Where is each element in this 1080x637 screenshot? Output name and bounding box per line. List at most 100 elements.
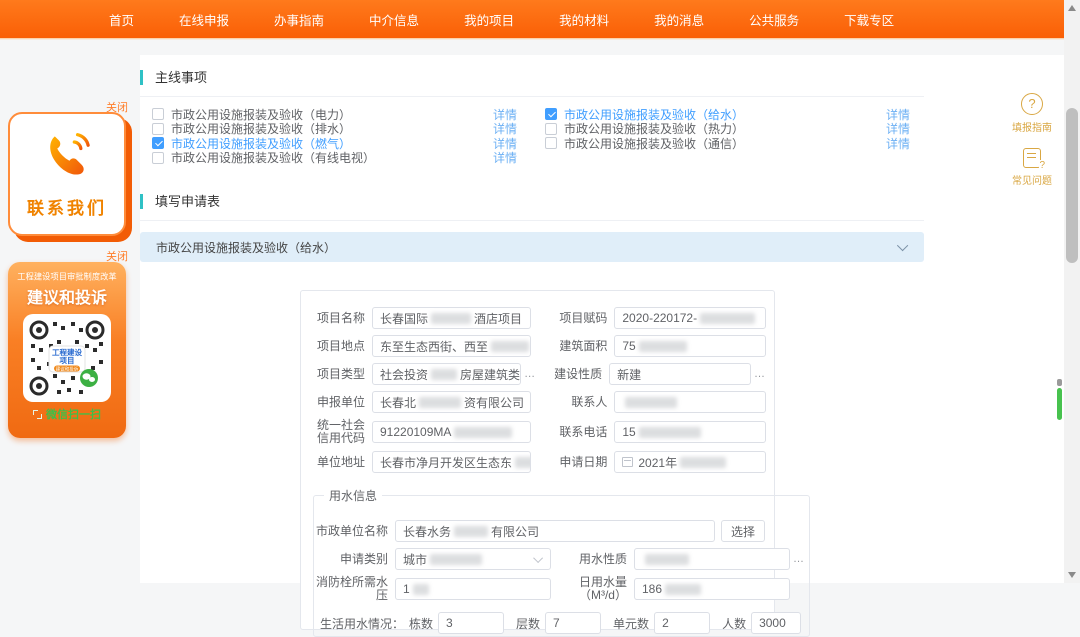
water-info-legend: 用水信息 (324, 487, 382, 504)
form-section-title: 填写申请表 (140, 194, 220, 209)
checkbox-water-supply[interactable] (545, 108, 557, 120)
checkbox-heating[interactable] (545, 123, 557, 135)
floor-count-input[interactable]: 7 (545, 612, 601, 634)
people-count-input[interactable]: 3000 (751, 612, 801, 634)
nav-public-service[interactable]: 公共服务 (743, 10, 805, 29)
scroll-up-arrow-icon[interactable] (1068, 5, 1076, 11)
building-area-input[interactable]: 75 (614, 335, 766, 357)
contact-person-input[interactable] (614, 391, 766, 413)
document-question-icon: ? (1023, 148, 1041, 168)
checkbox-electric[interactable] (152, 108, 164, 120)
hydrant-pressure-input[interactable]: 1 (395, 578, 551, 600)
svg-text:项目: 项目 (60, 356, 75, 365)
nav-downloads[interactable]: 下载专区 (838, 10, 900, 29)
item-telecom[interactable]: 市政公用设施报装及验收（通信） 详情 (545, 136, 910, 151)
nav-my-messages[interactable]: 我的消息 (648, 10, 710, 29)
nav-home[interactable]: 首页 (103, 10, 140, 29)
contact-phone-label: 联系电话 (547, 426, 607, 439)
calendar-icon (622, 457, 633, 467)
apply-date-input[interactable]: 2021年 (614, 451, 766, 473)
floor-count-label: 层数 (516, 615, 540, 632)
complaint-title: 建议和投诉 (8, 284, 126, 308)
nav-online-apply[interactable]: 在线申报 (173, 10, 235, 29)
nav-guide[interactable]: 办事指南 (268, 10, 330, 29)
page-scrollbar[interactable] (1064, 0, 1080, 583)
declare-unit-label: 申报单位 (309, 396, 365, 409)
construction-nature-input[interactable]: 新建 (609, 363, 751, 385)
project-name-input[interactable]: 长春国际酒店项目 (372, 307, 531, 329)
unit-count-label: 单元数 (613, 615, 649, 632)
checkbox-cable-tv[interactable] (152, 152, 164, 164)
contact-person-label: 联系人 (547, 396, 607, 409)
chevron-down-icon (897, 240, 908, 251)
construction-nature-more-icon[interactable]: … (754, 368, 766, 380)
fill-guide-quicklink[interactable]: ? 填报指南 (1002, 93, 1062, 134)
water-unit-name-input[interactable]: 长春水务有限公司 (395, 520, 715, 542)
daily-usage-label: 日用水量（M³/d） (567, 576, 627, 602)
scan-icon (33, 410, 42, 419)
form-section-header: 填写申请表 (140, 179, 924, 221)
credit-code-label: 统一社会信用代码 (309, 419, 365, 445)
checkbox-gas[interactable] (152, 137, 164, 149)
project-location-input[interactable]: 东至生态西街、西至 (372, 335, 531, 357)
daily-usage-input[interactable]: 186 (634, 578, 790, 600)
select-caret-icon (533, 553, 543, 563)
building-area-label: 建筑面积 (547, 340, 607, 353)
living-water-label: 生活用水情况： (320, 615, 404, 632)
faq-label: 常见问题 (1002, 172, 1062, 187)
empty-cell (545, 151, 910, 166)
declare-unit-input[interactable]: 长春北资有限公司 (372, 391, 531, 413)
water-info-fieldset: 用水信息 市政单位名称 长春水务有限公司 选择 申请类别 城市 用水性质 … (313, 487, 810, 637)
scroll-down-arrow-icon[interactable] (1068, 572, 1076, 578)
project-type-more-icon[interactable]: … (524, 368, 536, 380)
complaint-subtitle: 工程建设项目审批制度改革 (13, 271, 122, 283)
contact-us-card[interactable]: 联系我们 (8, 112, 126, 236)
project-code-label: 项目赋码 (547, 312, 607, 325)
faq-quicklink[interactable]: ? 常见问题 (1002, 148, 1062, 187)
nav-my-materials[interactable]: 我的材料 (553, 10, 615, 29)
fill-guide-label: 填报指南 (1002, 119, 1062, 134)
top-navigation: 首页 在线申报 办事指南 中介信息 我的项目 我的材料 我的消息 公共服务 下载… (0, 0, 1064, 38)
apply-date-label: 申请日期 (547, 456, 607, 469)
water-nature-input[interactable] (634, 548, 790, 570)
unit-address-label: 单位地址 (309, 456, 365, 469)
checkbox-drainage[interactable] (152, 123, 164, 135)
detail-link-cable-tv[interactable]: 详情 (493, 149, 517, 166)
people-count-label: 人数 (722, 615, 746, 632)
mainline-section-title: 主线事项 (140, 70, 207, 85)
project-name-label: 项目名称 (309, 312, 365, 325)
item-cable-tv[interactable]: 市政公用设施报装及验收（有线电视） 详情 (152, 151, 517, 166)
water-nature-more-icon[interactable]: … (793, 553, 805, 565)
inner-scroll-thumb[interactable] (1057, 388, 1062, 420)
apply-category-select[interactable]: 城市 (395, 548, 551, 570)
question-circle-icon: ? (1021, 93, 1043, 115)
water-unit-name-label: 市政单位名称 (316, 525, 388, 538)
scrollbar-thumb[interactable] (1066, 108, 1078, 263)
application-form-panel: 项目名称 长春国际酒店项目 项目赋码 2020-220172- 项目地点 东至生… (300, 290, 775, 630)
qr-code: 工程建设 项目 建议和投诉 (23, 314, 111, 402)
project-code-input[interactable]: 2020-220172- (614, 307, 766, 329)
checkbox-telecom[interactable] (545, 137, 557, 149)
detail-link-telecom[interactable]: 详情 (886, 135, 910, 152)
nav-my-projects[interactable]: 我的项目 (458, 10, 520, 29)
phone-icon (41, 129, 93, 186)
credit-code-input[interactable]: 91220109MA (372, 421, 531, 443)
water-nature-label: 用水性质 (567, 553, 627, 566)
contact-phone-input[interactable]: 15 (614, 421, 766, 443)
mainline-section-header: 主线事项 (140, 55, 924, 97)
mainline-items-grid: 市政公用设施报装及验收（电力） 详情 市政公用设施报装及验收（给水） 详情 市政… (140, 97, 924, 165)
unit-count-input[interactable]: 2 (654, 612, 710, 634)
nav-agency-info[interactable]: 中介信息 (363, 10, 425, 29)
hydrant-pressure-label: 消防栓所需水压 (316, 576, 388, 602)
contact-us-title: 联系我们 (27, 194, 107, 219)
select-water-unit-button[interactable]: 选择 (721, 520, 765, 542)
complaint-card[interactable]: 工程建设项目审批制度改革 建议和投诉 工程建设 项目 建议和投诉 (8, 262, 126, 438)
building-count-label: 栋数 (409, 615, 433, 632)
water-supply-collapse-banner[interactable]: 市政公用设施报装及验收（给水） (140, 232, 924, 262)
project-type-input[interactable]: 社会投资房屋建筑类 (372, 363, 521, 385)
building-count-input[interactable]: 3 (438, 612, 504, 634)
main-content: 主线事项 市政公用设施报装及验收（电力） 详情 市政公用设施报装及验收（给水） … (140, 55, 924, 583)
wechat-scan-label: 微信扫一扫 (46, 406, 101, 422)
unit-address-input[interactable]: 长春市净月开发区生态东 (372, 451, 531, 473)
apply-category-label: 申请类别 (316, 553, 388, 566)
